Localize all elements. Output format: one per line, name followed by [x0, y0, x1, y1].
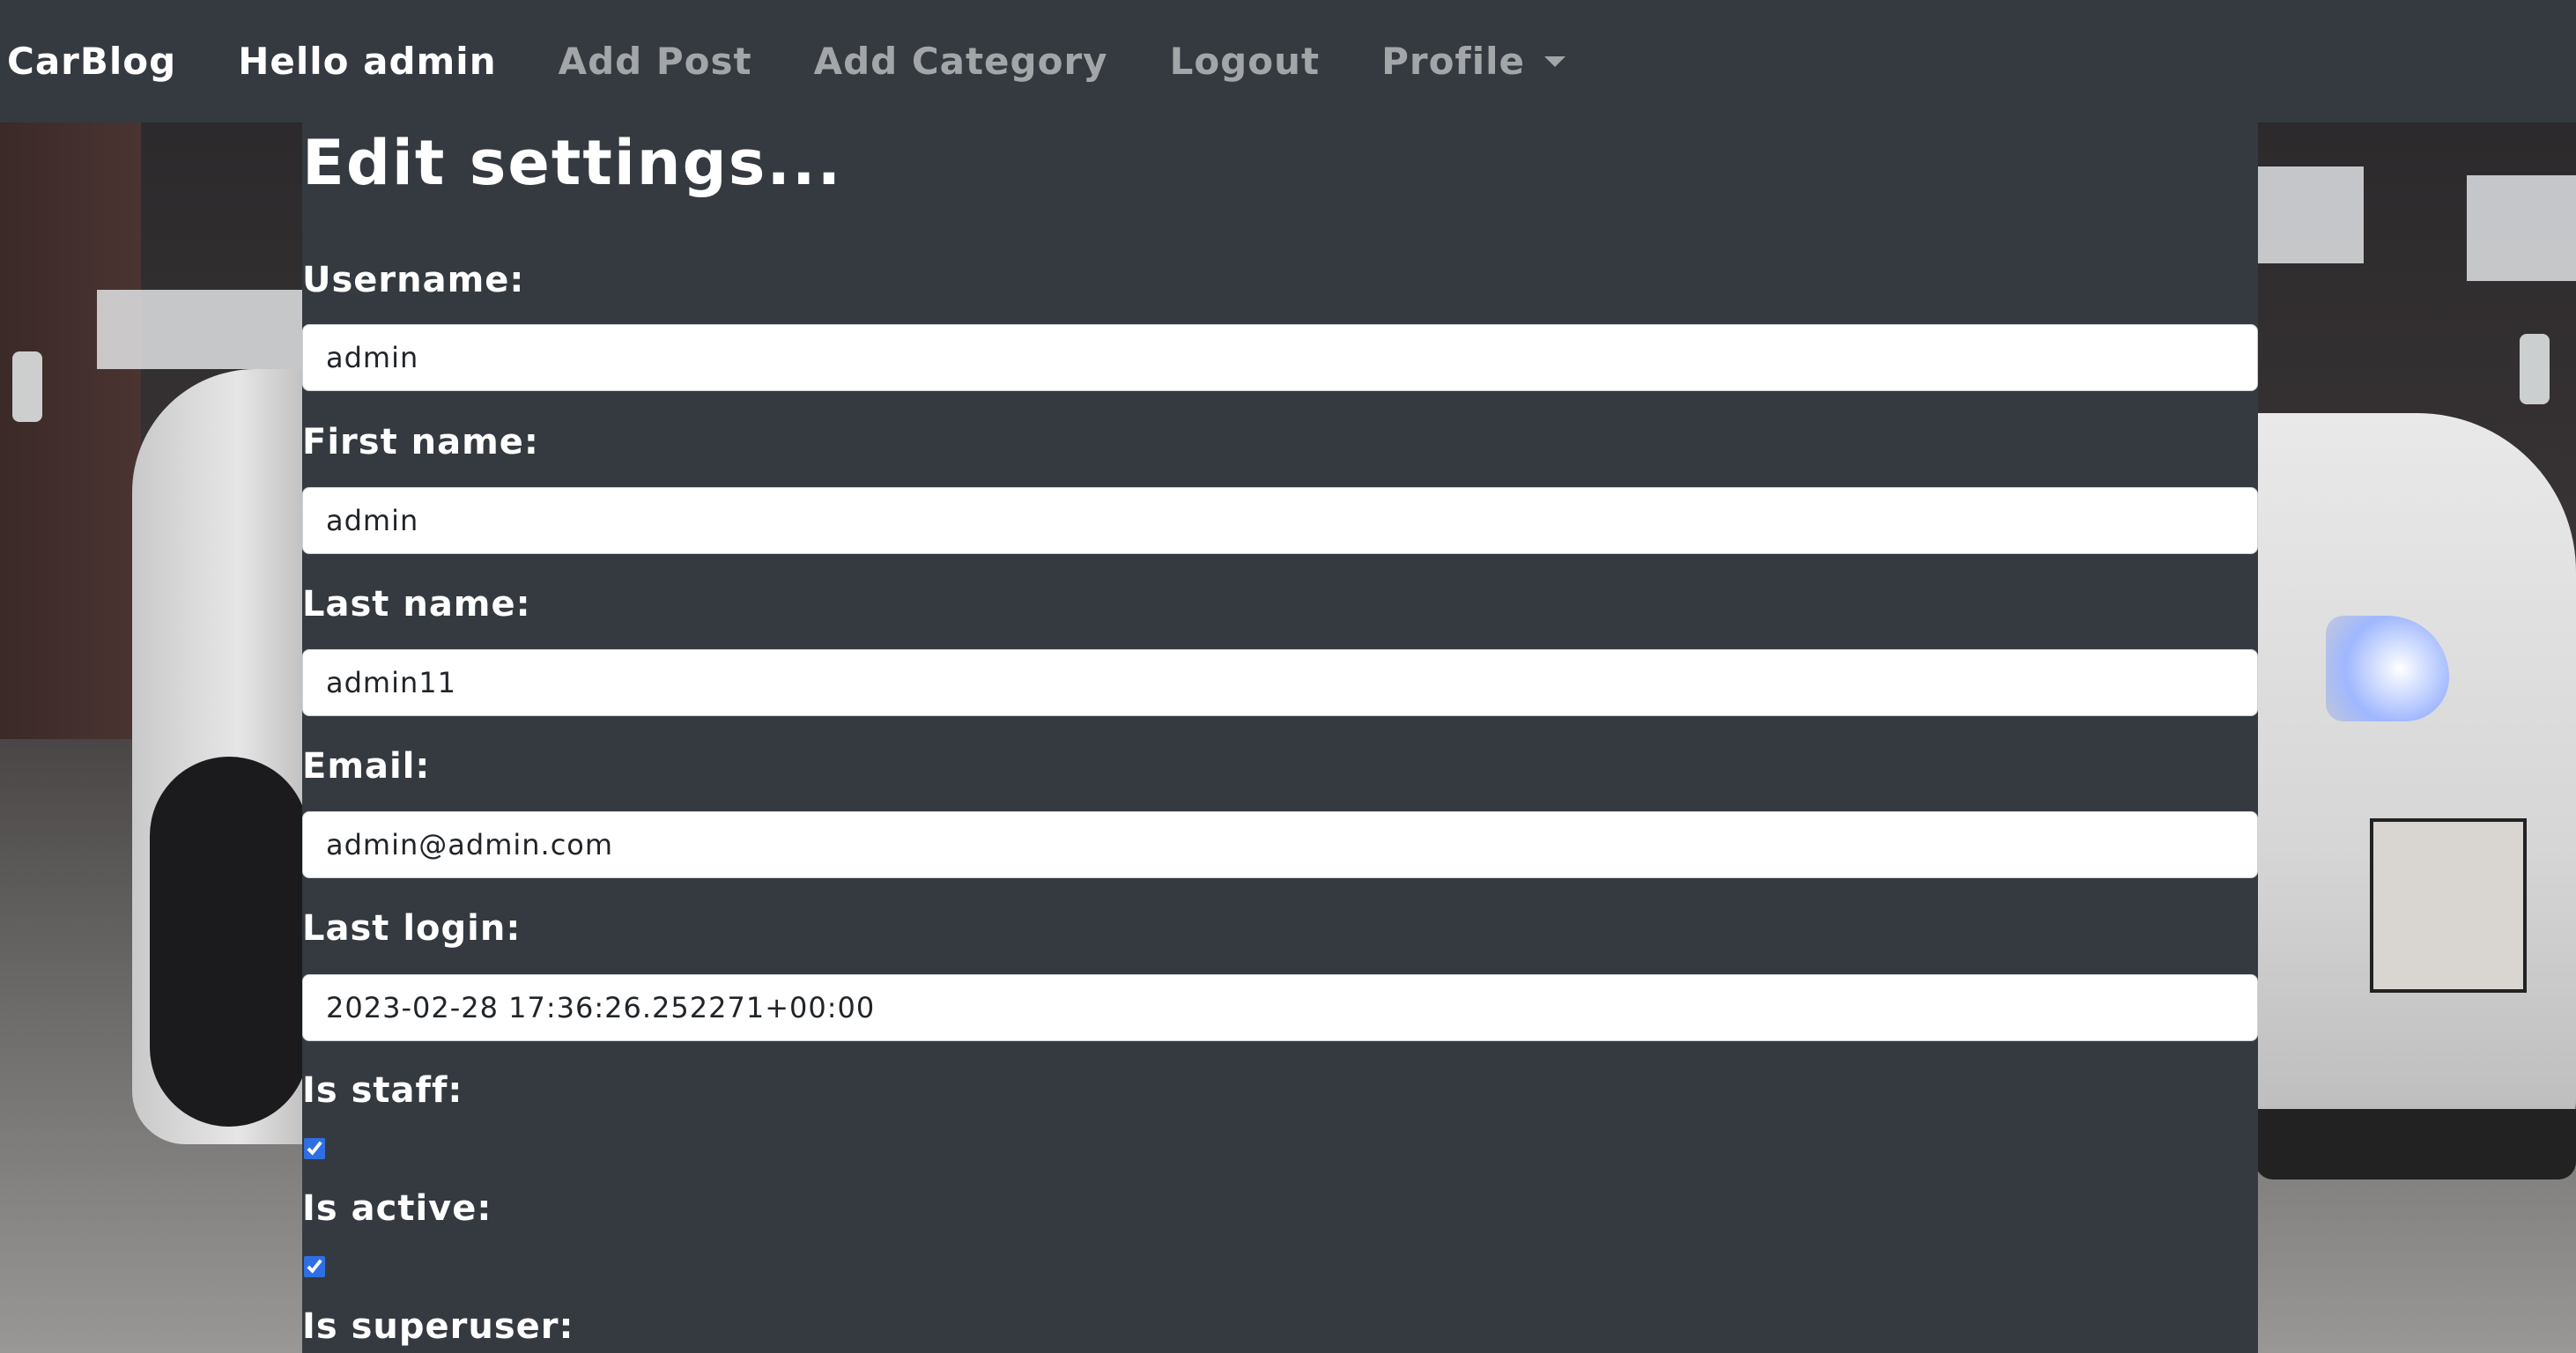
background-wall — [0, 122, 141, 739]
first-name-input[interactable] — [302, 487, 2258, 554]
is-staff-label: Is staff: — [302, 1070, 463, 1111]
last-name-label: Last name: — [302, 584, 531, 625]
username-label: Username: — [302, 260, 525, 300]
page-title: Edit settings... — [302, 127, 843, 199]
email-label: Email: — [302, 746, 431, 787]
car-bumper-image — [2255, 1109, 2576, 1179]
username-input[interactable] — [302, 324, 2258, 391]
is-superuser-label: Is superuser: — [302, 1306, 574, 1347]
nav-profile-dropdown[interactable]: Profile — [1381, 40, 1566, 83]
car-wheel-image — [150, 757, 308, 1127]
last-login-input[interactable] — [302, 974, 2258, 1041]
settings-panel: Edit settings... Username: First name: L… — [302, 122, 2258, 1353]
nav-add-category[interactable]: Add Category — [814, 40, 1108, 83]
last-login-label: Last login: — [302, 908, 522, 949]
nav-hello-user[interactable]: Hello admin — [238, 40, 496, 83]
nav-logout[interactable]: Logout — [1170, 40, 1321, 83]
top-navbar: CarBlog Hello admin Add Post Add Categor… — [0, 0, 2576, 122]
email-input[interactable] — [302, 811, 2258, 878]
caret-down-icon — [1543, 55, 1566, 67]
background-window — [2467, 175, 2576, 281]
background-window — [97, 290, 308, 369]
car-right-image — [2255, 413, 2576, 1135]
is-active-checkbox[interactable] — [304, 1256, 325, 1277]
brand-link[interactable]: CarBlog — [7, 40, 176, 83]
background-window — [2258, 166, 2364, 263]
last-name-input[interactable] — [302, 649, 2258, 716]
is-staff-checkbox[interactable] — [304, 1138, 325, 1159]
is-active-label: Is active: — [302, 1188, 492, 1229]
nav-add-post[interactable]: Add Post — [559, 40, 752, 83]
first-name-label: First name: — [302, 422, 539, 462]
license-plate-image — [2370, 818, 2527, 993]
nav-profile-label: Profile — [1381, 40, 1525, 83]
background-lamp — [2520, 334, 2550, 404]
background-lamp — [12, 351, 42, 422]
